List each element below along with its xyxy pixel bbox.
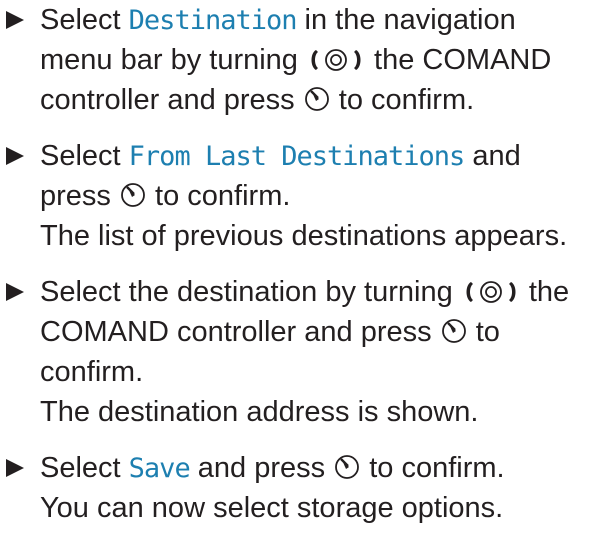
controller-press-icon (333, 453, 361, 481)
step-4: Select Save and press to confirm. You ca… (0, 448, 616, 528)
menu-item-save: Save (128, 453, 191, 484)
bullet-arrow-icon (6, 459, 24, 477)
step-1-line-2: menu bar by turning the COMAND (40, 44, 552, 76)
bullet-arrow-icon (6, 147, 24, 165)
step-3-line-4: The destination address is shown. (40, 396, 479, 428)
step-3-line-1: Select the destination by turning the (40, 276, 570, 308)
step-3: Select the destination by turning the CO… (0, 272, 616, 432)
step-2-line-3: The list of previous destinations appear… (40, 220, 568, 252)
step-1-line-3: controller and press to confirm. (40, 84, 475, 116)
step-4-line-2: You can now select storage options. (40, 492, 504, 524)
bullet-arrow-icon (6, 283, 24, 301)
rotary-controller-turn-icon (306, 47, 366, 73)
controller-press-icon (119, 181, 147, 209)
instruction-steps: Select Destination in the navigation men… (0, 0, 616, 544)
step-1: Select Destination in the navigation men… (0, 0, 616, 120)
step-1-line-1: Select Destination in the navigation (40, 4, 516, 36)
step-2-line-1: Select From Last Destinations and (40, 140, 521, 172)
step-3-line-3: confirm. (40, 356, 144, 388)
step-2: Select From Last Destinations and press … (0, 136, 616, 256)
rotary-controller-turn-icon (461, 279, 521, 305)
controller-press-icon (303, 85, 331, 113)
menu-item-from-last-destinations: From Last Destinations (128, 141, 466, 172)
step-2-line-2: press to confirm. (40, 180, 291, 212)
bullet-arrow-icon (6, 11, 24, 29)
controller-press-icon (440, 317, 468, 345)
step-4-line-1: Select Save and press to confirm. (40, 452, 505, 484)
step-3-line-2: COMAND controller and press to (40, 316, 500, 348)
menu-item-destination: Destination (128, 5, 298, 36)
